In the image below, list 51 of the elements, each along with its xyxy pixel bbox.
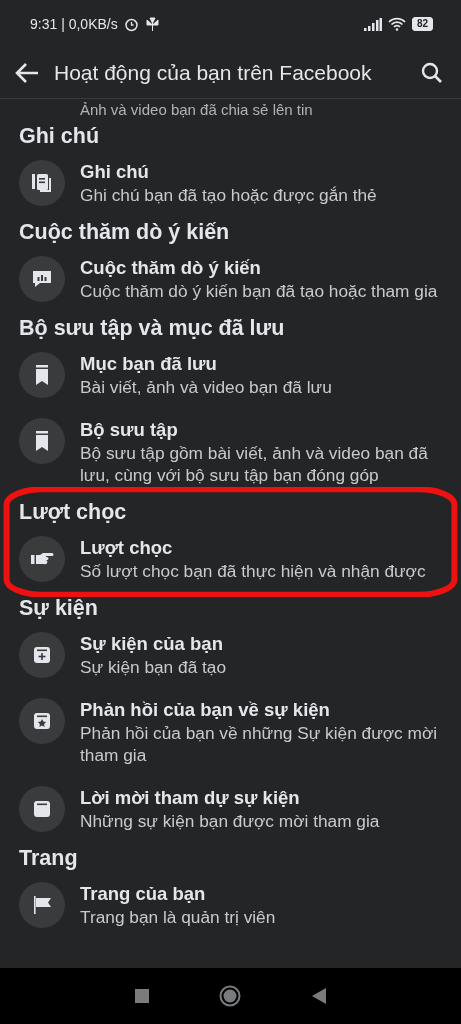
item-title[interactable]: Bộ sưu tập	[80, 418, 447, 442]
notes-icon	[31, 172, 53, 194]
status-time: 9:31 | 0,0KB/s	[30, 16, 118, 32]
item-icon-circle[interactable]	[19, 786, 65, 832]
item-title[interactable]: Cuộc thăm dò ý kiến	[80, 256, 438, 280]
item-icon-circle[interactable]	[19, 352, 65, 398]
item-icon-circle[interactable]	[19, 536, 65, 582]
recents-button[interactable]	[135, 989, 150, 1003]
back-nav-button[interactable]	[311, 988, 326, 1004]
item-icon-circle[interactable]	[19, 698, 65, 744]
item-title[interactable]: Phản hồi của bạn về sự kiện	[80, 698, 447, 722]
item-description: Bộ sưu tập gồm bài viết, ảnh và video bạn đã lưu, cùng với bộ sưu tập bạn đóng góp	[80, 442, 429, 486]
item-description: Những sự kiện bạn được mời tham gia	[80, 810, 380, 832]
item-title[interactable]: Lượt chọc	[80, 536, 426, 560]
calendar-icon	[31, 798, 53, 820]
home-button[interactable]	[219, 985, 242, 1007]
item-title[interactable]: Mục bạn đã lưu	[80, 352, 332, 376]
item-title[interactable]: Ghi chú	[80, 160, 377, 184]
section-heading: Cuộc thăm dò ý kiến	[18, 219, 231, 246]
section-heading: Trang	[18, 845, 79, 872]
item-icon-circle[interactable]	[19, 632, 65, 678]
item-title[interactable]: Trang của bạn	[80, 882, 276, 906]
item-description: Sự kiện bạn đã tạo	[80, 656, 227, 678]
signal-icon	[363, 17, 382, 31]
wifi-icon	[387, 17, 406, 31]
item-description: Bài viết, ảnh và video bạn đã lưu	[80, 376, 332, 398]
item-icon-circle[interactable]	[19, 160, 65, 206]
battery-level: 82	[411, 17, 433, 31]
alarm-icon	[123, 16, 139, 32]
leaf-icon	[144, 16, 160, 32]
item-title[interactable]: Lời mời tham dự sự kiện	[80, 786, 380, 810]
item-description: Ghi chú bạn đã tạo hoặc được gắn thẻ	[80, 184, 377, 206]
flag-icon	[31, 894, 53, 916]
item-icon-circle[interactable]	[19, 418, 65, 464]
item-icon-circle[interactable]	[19, 882, 65, 928]
section-heading: Lượt chọc	[18, 499, 128, 526]
item-icon-circle[interactable]	[19, 256, 65, 302]
item-title[interactable]: Sự kiện của bạn	[80, 632, 227, 656]
search-button[interactable]	[421, 62, 443, 84]
page-title: Hoạt động của bạn trên Facebook	[54, 61, 373, 85]
item-description: Trang bạn là quản trị viên	[80, 906, 276, 928]
poll-icon	[31, 268, 53, 290]
section-heading: Bộ sưu tập và mục đã lưu	[18, 315, 286, 342]
item-description: Phản hồi của bạn về những Sự kiện được mời tham gia	[80, 722, 439, 766]
calendar-plus-icon	[31, 644, 53, 666]
item-description: Cuộc thăm dò ý kiến bạn đã tạo hoặc tham gia	[80, 280, 438, 302]
section-heading: Ghi chú	[18, 123, 101, 150]
back-button[interactable]	[14, 62, 40, 84]
item-description: Ảnh và video bạn đã chia sẻ lên tin	[79, 100, 314, 120]
section-heading: Sự kiện	[18, 595, 99, 622]
item-description: Số lượt chọc bạn đã thực hiện và nhận được	[80, 560, 426, 582]
